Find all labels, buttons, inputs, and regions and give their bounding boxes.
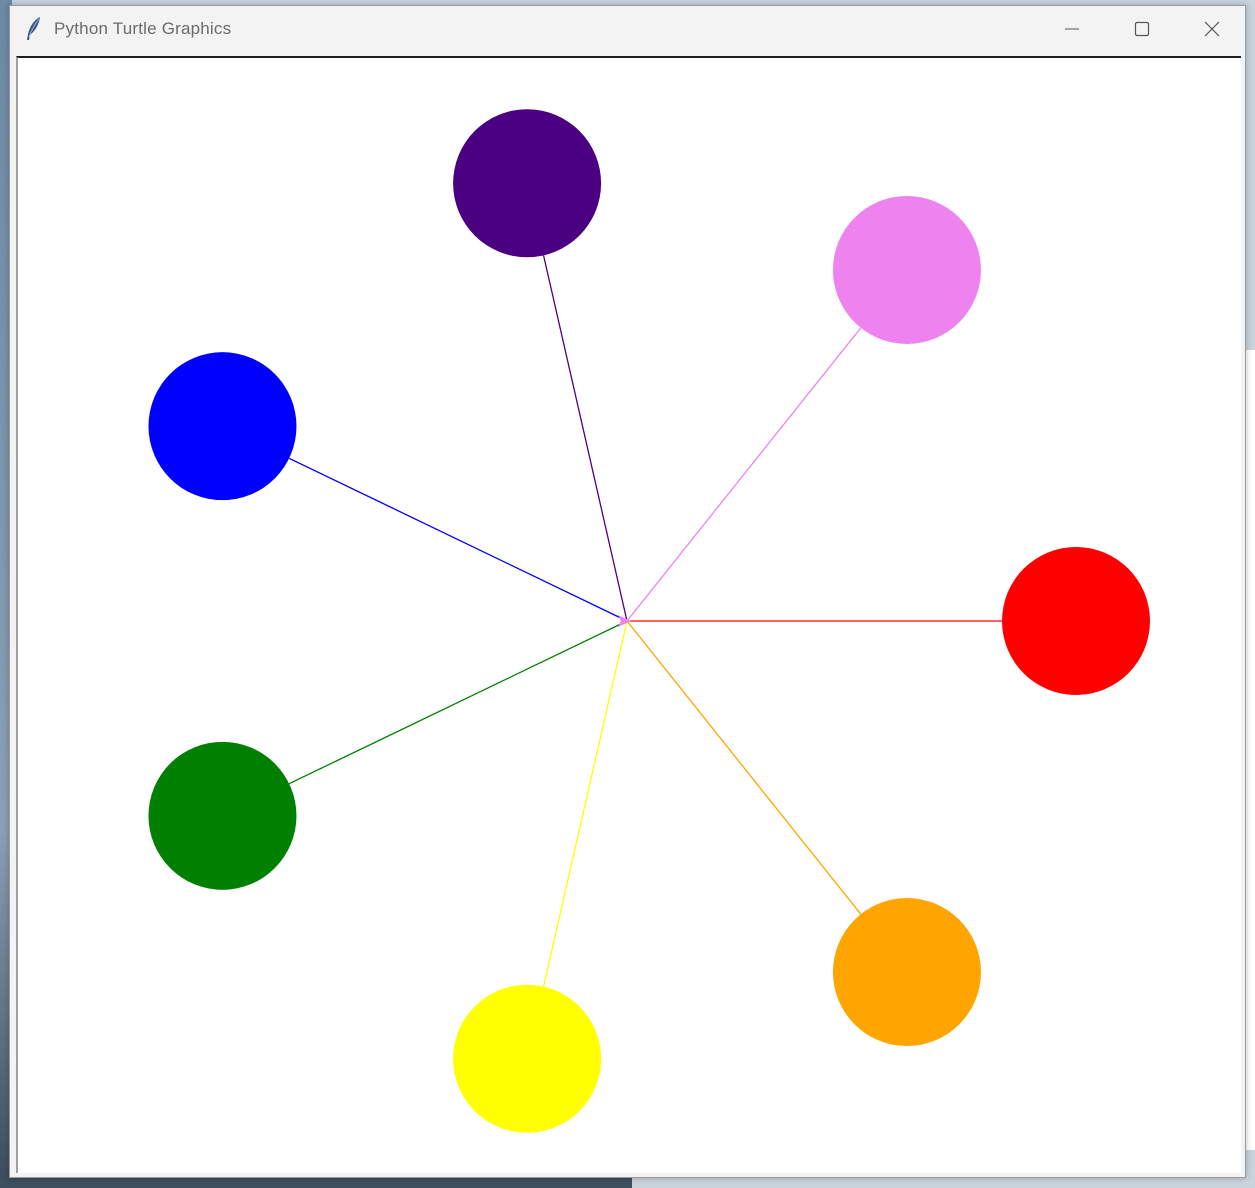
feather-icon <box>24 16 44 42</box>
spoke-line-violet <box>626 327 862 622</box>
circle-blue <box>148 352 297 501</box>
close-icon <box>1204 21 1220 37</box>
window-title: Python Turtle Graphics <box>54 19 232 38</box>
close-button[interactable] <box>1177 6 1247 52</box>
spoke-line-yellow <box>542 620 628 987</box>
turtle-drawing <box>148 109 1150 1133</box>
circle-yellow <box>453 984 602 1133</box>
spoke-line-indigo <box>542 255 628 622</box>
turtle-arrow-icon <box>618 615 631 627</box>
maximize-icon <box>1134 21 1150 37</box>
maximize-button[interactable] <box>1107 6 1177 52</box>
minimize-button[interactable] <box>1037 6 1107 52</box>
circle-orange <box>832 898 981 1047</box>
minimize-icon <box>1065 28 1079 30</box>
turtle-canvas[interactable] <box>16 56 1241 1173</box>
desktop-background-bottom <box>0 1178 632 1188</box>
turtle-window: Python Turtle Graphics <box>9 5 1246 1178</box>
spoke-line-blue <box>288 457 628 622</box>
title-bar[interactable]: Python Turtle Graphics <box>10 6 1245 52</box>
spoke-line-green <box>288 620 628 785</box>
circle-red <box>1002 547 1150 695</box>
circle-indigo <box>453 109 602 258</box>
spoke-line-orange <box>626 620 862 915</box>
circle-violet <box>832 195 981 344</box>
circle-green <box>148 741 297 890</box>
